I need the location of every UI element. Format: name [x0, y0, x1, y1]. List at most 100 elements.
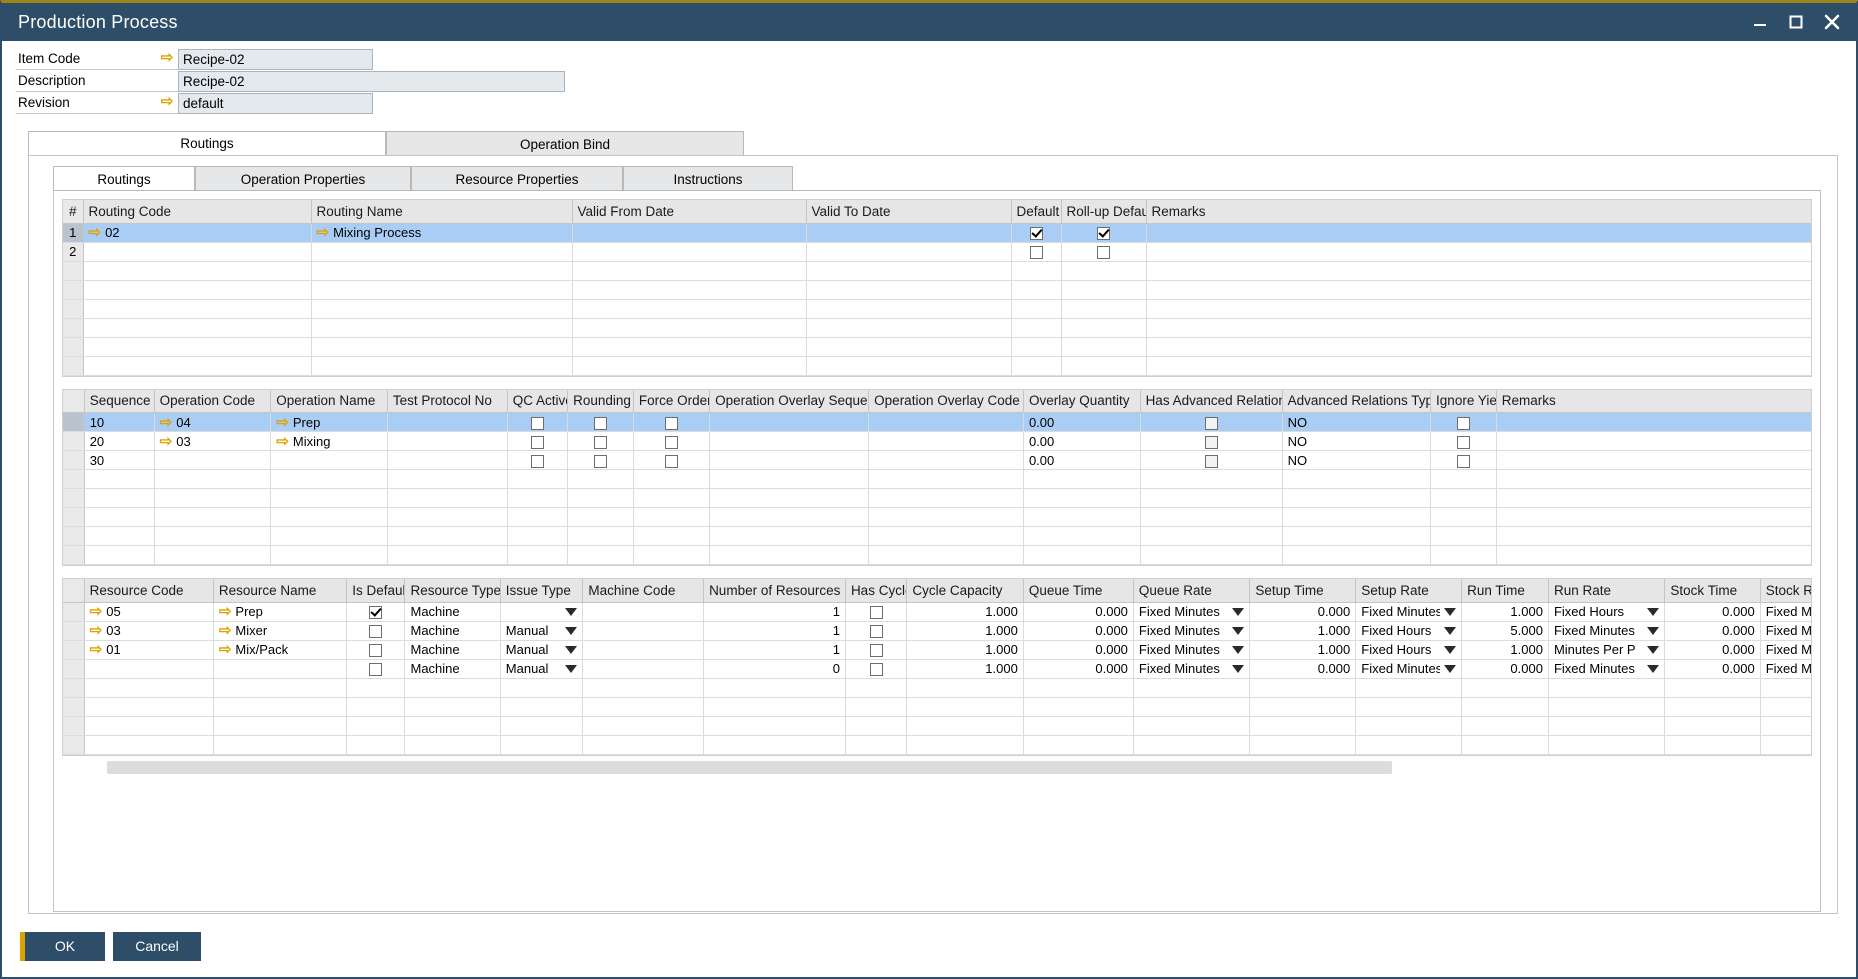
chevron-down-icon[interactable]	[1444, 608, 1456, 616]
operation-name-cell[interactable]: ⇨Mixing	[271, 432, 388, 451]
resources-col-is-default[interactable]: Is Default	[347, 579, 405, 602]
operations-col-has-advanced-relations[interactable]: Has Advanced Relations	[1140, 390, 1282, 413]
table-row[interactable]: ⇨05 ⇨Prep Machine 1 1.000 0.000 Fixed Mi…	[63, 602, 1812, 621]
resource-type-cell[interactable]: Machine	[405, 602, 500, 621]
horizontal-scrollbar-thumb[interactable]	[107, 761, 1392, 774]
routings-col-rollup-default[interactable]: Roll-up Default	[1061, 200, 1146, 223]
setup-rate-cell[interactable]: Fixed Minutes	[1356, 602, 1462, 621]
table-row[interactable]: 20 ⇨03 ⇨Mixing 0.00 NO	[63, 432, 1812, 451]
rounding-cell[interactable]	[568, 432, 634, 451]
table-row-empty[interactable]	[63, 546, 1812, 565]
qc-active-cell[interactable]	[507, 451, 567, 470]
cycle-capacity-cell[interactable]: 1.000	[907, 602, 1023, 621]
is-default-checkbox[interactable]	[369, 606, 382, 619]
queue-rate-cell[interactable]: Fixed Minutes	[1133, 640, 1249, 659]
operation-name-cell[interactable]: ⇨Prep	[271, 413, 388, 432]
chevron-down-icon[interactable]	[1647, 627, 1659, 635]
ignore-yield-checkbox[interactable]	[1457, 455, 1470, 468]
routings-col-remarks[interactable]: Remarks	[1146, 200, 1812, 223]
row-handle[interactable]	[63, 413, 84, 432]
chevron-down-icon[interactable]	[1232, 665, 1244, 673]
force-order-checkbox[interactable]	[665, 436, 678, 449]
overlay-code-cell[interactable]	[869, 413, 1024, 432]
resources-col-has-cycles[interactable]: Has Cycles	[845, 579, 906, 602]
resources-col-setup-time[interactable]: Setup Time	[1250, 579, 1356, 602]
has-cycles-cell[interactable]	[845, 602, 906, 621]
routings-col-valid-from[interactable]: Valid From Date	[572, 200, 806, 223]
operations-col-qc-active[interactable]: QC Active	[507, 390, 567, 413]
chevron-down-icon[interactable]	[565, 627, 577, 635]
operations-col-overlay-code[interactable]: Operation Overlay Code	[869, 390, 1024, 413]
table-row[interactable]: 2	[63, 242, 1812, 261]
overlay-code-cell[interactable]	[869, 432, 1024, 451]
advanced-relations-type-cell[interactable]: NO	[1282, 413, 1430, 432]
routings-col-routing-name[interactable]: Routing Name	[311, 200, 572, 223]
row-number[interactable]: 1	[63, 223, 83, 242]
maximize-icon[interactable]	[1778, 6, 1814, 38]
table-row-empty[interactable]	[63, 280, 1812, 299]
description-input[interactable]: Recipe-02	[178, 71, 565, 92]
resources-col-stock-time[interactable]: Stock Time	[1665, 579, 1760, 602]
table-row[interactable]: 10 ⇨04 ⇨Prep 0.00 NO	[63, 413, 1812, 432]
operations-col-sequence[interactable]: Sequence	[84, 390, 154, 413]
test-protocol-no-cell[interactable]	[387, 432, 507, 451]
table-row-empty[interactable]	[63, 337, 1812, 356]
operation-code-cell[interactable]: ⇨03	[154, 432, 271, 451]
cancel-button[interactable]: Cancel	[113, 932, 201, 961]
setup-time-cell[interactable]: 0.000	[1250, 659, 1356, 678]
issue-type-cell[interactable]	[500, 602, 583, 621]
chevron-down-icon[interactable]	[1444, 665, 1456, 673]
resource-name-cell[interactable]: ⇨Mix/Pack	[213, 640, 346, 659]
has-advanced-relations-cell[interactable]	[1140, 451, 1282, 470]
ok-button[interactable]: OK	[20, 932, 105, 961]
rounding-cell[interactable]	[568, 413, 634, 432]
chevron-down-icon[interactable]	[1647, 608, 1659, 616]
overlay-quantity-cell[interactable]: 0.00	[1023, 432, 1140, 451]
queue-rate-cell[interactable]: Fixed Minutes	[1133, 602, 1249, 621]
chevron-down-icon[interactable]	[1647, 665, 1659, 673]
operations-col-operation-name[interactable]: Operation Name	[271, 390, 388, 413]
stock-time-cell[interactable]: 0.000	[1665, 659, 1760, 678]
table-row[interactable]: ⇨03 ⇨Mixer Machine Manual 1 1.000 0.000 …	[63, 621, 1812, 640]
resources-col-setup-rate[interactable]: Setup Rate	[1356, 579, 1462, 602]
remarks-cell[interactable]	[1146, 242, 1812, 261]
force-order-checkbox[interactable]	[665, 455, 678, 468]
resource-type-cell[interactable]: Machine	[405, 659, 500, 678]
qc-active-cell[interactable]	[507, 432, 567, 451]
tab-routings-outer[interactable]: Routings	[28, 131, 386, 156]
resources-col-issue-type[interactable]: Issue Type	[500, 579, 583, 602]
table-row[interactable]: 30 0.00 NO	[63, 451, 1812, 470]
resource-name-cell[interactable]: ⇨Prep	[213, 602, 346, 621]
stock-time-cell[interactable]: 0.000	[1665, 602, 1760, 621]
operation-remarks-cell[interactable]	[1496, 451, 1812, 470]
rounding-checkbox[interactable]	[594, 455, 607, 468]
queue-rate-cell[interactable]: Fixed Minutes	[1133, 621, 1249, 640]
is-default-cell[interactable]	[347, 640, 405, 659]
revision-link-icon[interactable]: ⇨	[156, 93, 178, 114]
issue-type-cell[interactable]: Manual	[500, 621, 583, 640]
machine-code-cell[interactable]	[583, 659, 704, 678]
valid-from-cell[interactable]	[572, 242, 806, 261]
run-rate-cell[interactable]: Fixed Minutes	[1548, 659, 1664, 678]
item-code-input[interactable]: Recipe-02	[178, 49, 373, 70]
table-row-empty[interactable]	[63, 716, 1812, 735]
row-handle[interactable]	[63, 640, 84, 659]
resources-col-cycle-capacity[interactable]: Cycle Capacity	[907, 579, 1023, 602]
ignore-yield-cell[interactable]	[1431, 432, 1497, 451]
number-of-resources-cell[interactable]: 1	[704, 602, 846, 621]
row-handle[interactable]	[63, 659, 84, 678]
overlay-quantity-cell[interactable]: 0.00	[1023, 413, 1140, 432]
resource-code-cell[interactable]: ⇨05	[84, 602, 213, 621]
setup-time-cell[interactable]: 1.000	[1250, 621, 1356, 640]
force-order-cell[interactable]	[633, 451, 709, 470]
resource-code-cell[interactable]: ⇨01	[84, 640, 213, 659]
setup-time-cell[interactable]: 1.000	[1250, 640, 1356, 659]
overlay-quantity-cell[interactable]: 0.00	[1023, 451, 1140, 470]
routing-code-cell[interactable]: ⇨02	[83, 223, 311, 242]
stock-rate-cell[interactable]: Fixed Minu	[1760, 602, 1812, 621]
row-handle[interactable]	[63, 451, 84, 470]
has-cycles-checkbox[interactable]	[870, 663, 883, 676]
issue-type-cell[interactable]: Manual	[500, 659, 583, 678]
chevron-down-icon[interactable]	[565, 608, 577, 616]
has-cycles-checkbox[interactable]	[870, 644, 883, 657]
